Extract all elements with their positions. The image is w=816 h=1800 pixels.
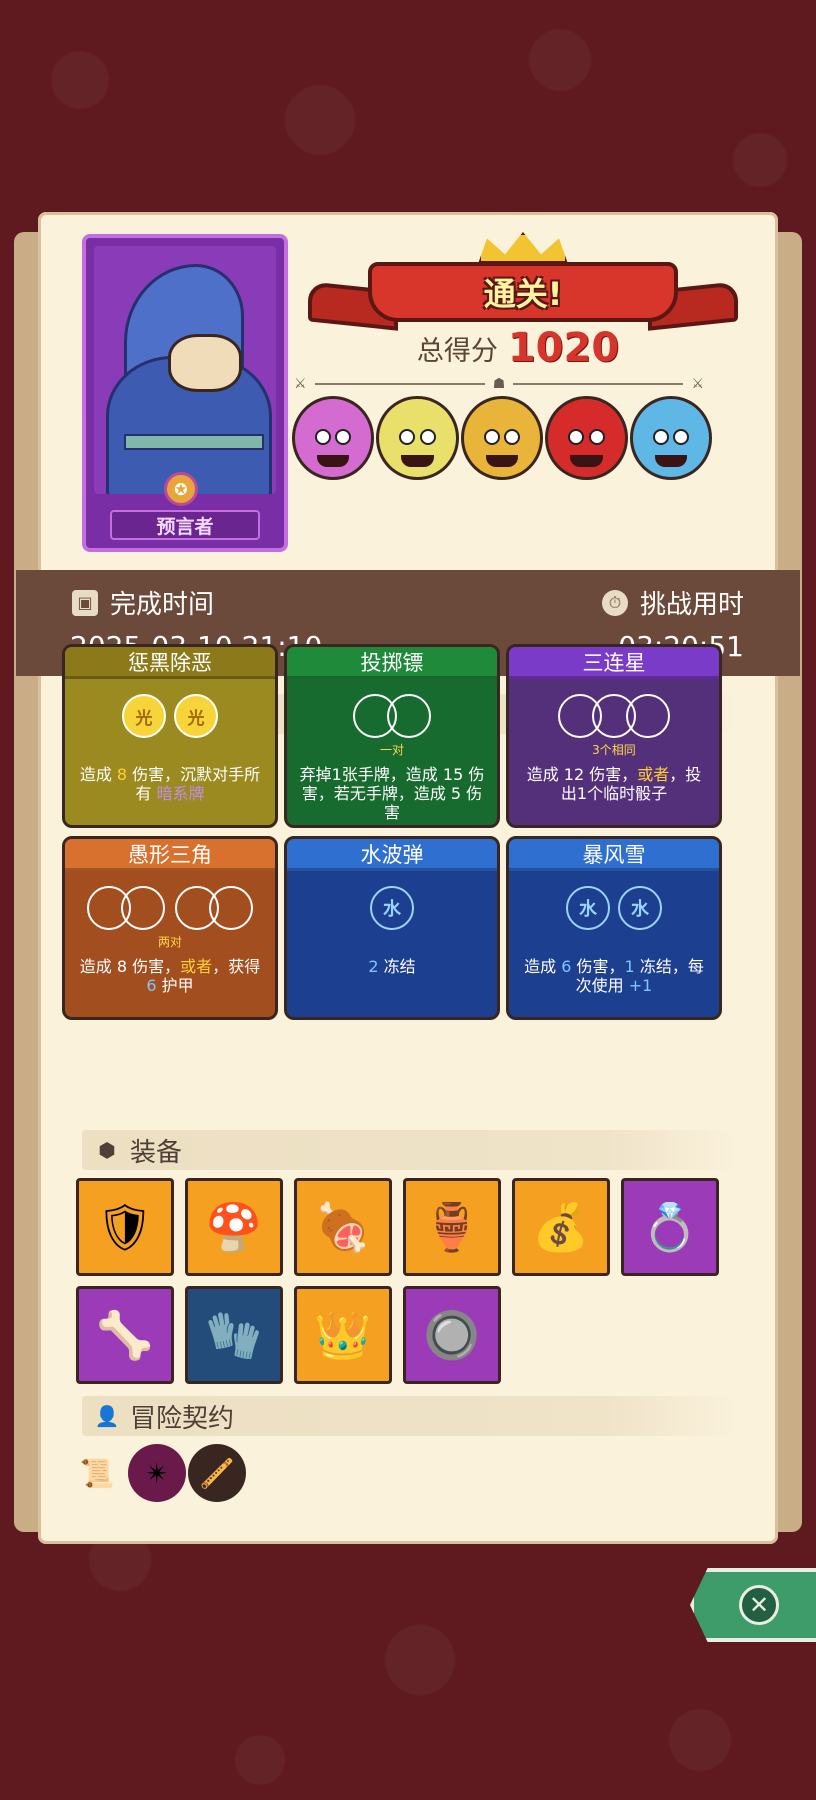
dice-note: 一对 bbox=[379, 743, 404, 757]
person-icon: 👤 bbox=[94, 1404, 120, 1428]
dice-requirement bbox=[515, 693, 713, 739]
hero-art bbox=[94, 246, 276, 494]
coin-bag-icon[interactable]: 💰 bbox=[512, 1178, 610, 1276]
wizard-face-icon bbox=[168, 334, 242, 392]
dice-requirement: 光光 bbox=[71, 693, 269, 739]
dice-note: 两对 bbox=[157, 935, 182, 949]
medal-icon: ✪ bbox=[164, 472, 198, 506]
hero-portrait[interactable]: ✪ 预言者 bbox=[82, 234, 288, 552]
ribbon: 通关! bbox=[368, 262, 678, 322]
deck-card[interactable]: 惩黑除恶光光造成 8 伤害，沉默对手所有 暗系牌 bbox=[62, 644, 278, 828]
jar-icon[interactable]: 🏺 bbox=[403, 1178, 501, 1276]
crown-icon bbox=[478, 232, 568, 264]
die-icon: 水 bbox=[566, 886, 610, 930]
scroll-icon[interactable]: 📜 bbox=[68, 1444, 126, 1502]
card-body: 3个相同造成 12 伤害，或者，投出1个临时骰子 bbox=[509, 679, 719, 825]
card-description: 造成 8 伤害，或者，获得 6 护甲 bbox=[79, 957, 261, 995]
ham-icon[interactable]: 🍖 bbox=[294, 1178, 392, 1276]
pipe-icon[interactable]: 🪈 bbox=[188, 1444, 246, 1502]
dice-note bbox=[71, 741, 269, 755]
result-panel: ✪ 预言者 通关! 总得分 1020 ⚔ ☗ ⚔ ▣ 完成时间 2025-03-… bbox=[16, 212, 800, 1544]
card-description: 弃掉1张手牌，造成 15 伤害，若无手牌，造成 5 伤害 bbox=[299, 765, 485, 822]
die-icon bbox=[626, 694, 670, 738]
close-button[interactable]: ✕ bbox=[690, 1568, 816, 1642]
card-body: 两对造成 8 伤害，或者，获得 6 护甲 bbox=[65, 871, 275, 1017]
deck-card[interactable]: 愚形三角两对造成 8 伤害，或者，获得 6 护甲 bbox=[62, 836, 278, 1020]
cube-icon: ⬢ bbox=[98, 1138, 116, 1162]
dice-note bbox=[515, 933, 713, 947]
score-value: 1020 bbox=[507, 325, 620, 371]
score-label: 总得分 bbox=[416, 335, 498, 367]
defeated-bosses bbox=[292, 396, 713, 492]
card-name: 惩黑除恶 bbox=[65, 647, 275, 679]
dice-requirement bbox=[71, 885, 269, 931]
eye-ring-icon[interactable]: 💍 bbox=[621, 1178, 719, 1276]
card-description: 造成 12 伤害，或者，投出1个临时骰子 bbox=[526, 765, 702, 803]
horned-skull-icon: ☗ bbox=[492, 376, 506, 392]
red-hat-boss-icon[interactable] bbox=[545, 396, 628, 480]
dice-requirement: 水 bbox=[293, 885, 491, 931]
ice-shield-icon[interactable]: 🛡 bbox=[76, 1178, 174, 1276]
card-name: 水波弹 bbox=[287, 839, 497, 871]
crossed-swords-icon: ⚔ bbox=[294, 376, 307, 392]
card-description: 2 冻结 bbox=[368, 957, 416, 976]
tribal-mask-boss-icon[interactable] bbox=[460, 396, 544, 480]
card-description: 造成 8 伤害，沉默对手所有 暗系牌 bbox=[79, 765, 261, 803]
button-icon[interactable]: 🔘 bbox=[403, 1286, 501, 1384]
die-icon bbox=[387, 694, 431, 738]
equipment-section-header: ⬢ 装备 bbox=[82, 1130, 738, 1170]
die-icon: 光 bbox=[174, 694, 218, 738]
claws-icon[interactable]: 🦴 bbox=[76, 1286, 174, 1384]
dice-requirement: 水水 bbox=[515, 885, 713, 931]
score-row: 总得分 1020 bbox=[338, 322, 698, 374]
card-description: 造成 6 伤害，1 冻结，每次使用 +1 bbox=[524, 957, 704, 995]
deck-card[interactable]: 水波弹水 2 冻结 bbox=[284, 836, 500, 1020]
banner-title: 通关! bbox=[483, 275, 563, 313]
card-body: 光光造成 8 伤害，沉默对手所有 暗系牌 bbox=[65, 679, 275, 825]
dice-requirement bbox=[293, 693, 491, 739]
dice-note: 3个相同 bbox=[592, 743, 636, 757]
crown-icon[interactable]: 👑 bbox=[294, 1286, 392, 1384]
card-name: 愚形三角 bbox=[65, 839, 275, 871]
die-icon bbox=[121, 886, 165, 930]
close-icon: ✕ bbox=[739, 1585, 779, 1625]
ornament-divider: ⚔ ☗ ⚔ bbox=[294, 374, 704, 394]
card-name: 投掷镖 bbox=[287, 647, 497, 679]
completion-time-header: ▣ 完成时间 bbox=[72, 584, 214, 621]
mushroom-icon[interactable]: 🍄 bbox=[185, 1178, 283, 1276]
contract-section-header: 👤 冒险契约 bbox=[82, 1396, 738, 1436]
card-name: 三连星 bbox=[509, 647, 719, 679]
deck-card[interactable]: 投掷镖一对弃掉1张手牌，造成 15 伤害，若无手牌，造成 5 伤害 bbox=[284, 644, 500, 828]
wizard-belt-icon bbox=[124, 434, 264, 450]
die-icon: 水 bbox=[618, 886, 662, 930]
dice-note bbox=[293, 933, 491, 947]
stopwatch-icon: ⏱ bbox=[601, 589, 628, 616]
red-goblin-boss-icon[interactable] bbox=[376, 396, 459, 480]
die-icon: 水 bbox=[370, 886, 414, 930]
card-body: 水 2 冻结 bbox=[287, 871, 497, 1017]
gauntlet-icon[interactable]: 🧤 bbox=[185, 1286, 283, 1384]
die-icon bbox=[209, 886, 253, 930]
equipment-title: 装备 bbox=[130, 1137, 183, 1168]
film-icon: ▣ bbox=[72, 589, 98, 616]
die-icon: 光 bbox=[122, 694, 166, 738]
card-body: 水水造成 6 伤害，1 冻结，每次使用 +1 bbox=[509, 871, 719, 1017]
deck-card[interactable]: 暴风雪水水造成 6 伤害，1 冻结，每次使用 +1 bbox=[506, 836, 722, 1020]
hero-name: 预言者 bbox=[110, 510, 260, 540]
duration-label: 挑战用时 bbox=[639, 590, 744, 620]
duration-header: ⏱ 挑战用时 bbox=[601, 584, 744, 621]
deck-card[interactable]: 三连星 3个相同 造成 12 伤害，或者，投出1个临时骰子 bbox=[506, 644, 722, 828]
demon-seal-icon[interactable]: ✴ bbox=[128, 1444, 186, 1502]
completion-time-label: 完成时间 bbox=[110, 590, 215, 620]
contract-title: 冒险契约 bbox=[130, 1403, 235, 1434]
card-body: 一对弃掉1张手牌，造成 15 伤害，若无手牌，造成 5 伤害 bbox=[287, 679, 497, 825]
card-name: 暴风雪 bbox=[509, 839, 719, 871]
crossed-swords-icon: ⚔ bbox=[691, 376, 704, 392]
ice-king-boss-icon[interactable] bbox=[629, 396, 713, 480]
blue-mask-boss-icon[interactable] bbox=[292, 396, 375, 480]
